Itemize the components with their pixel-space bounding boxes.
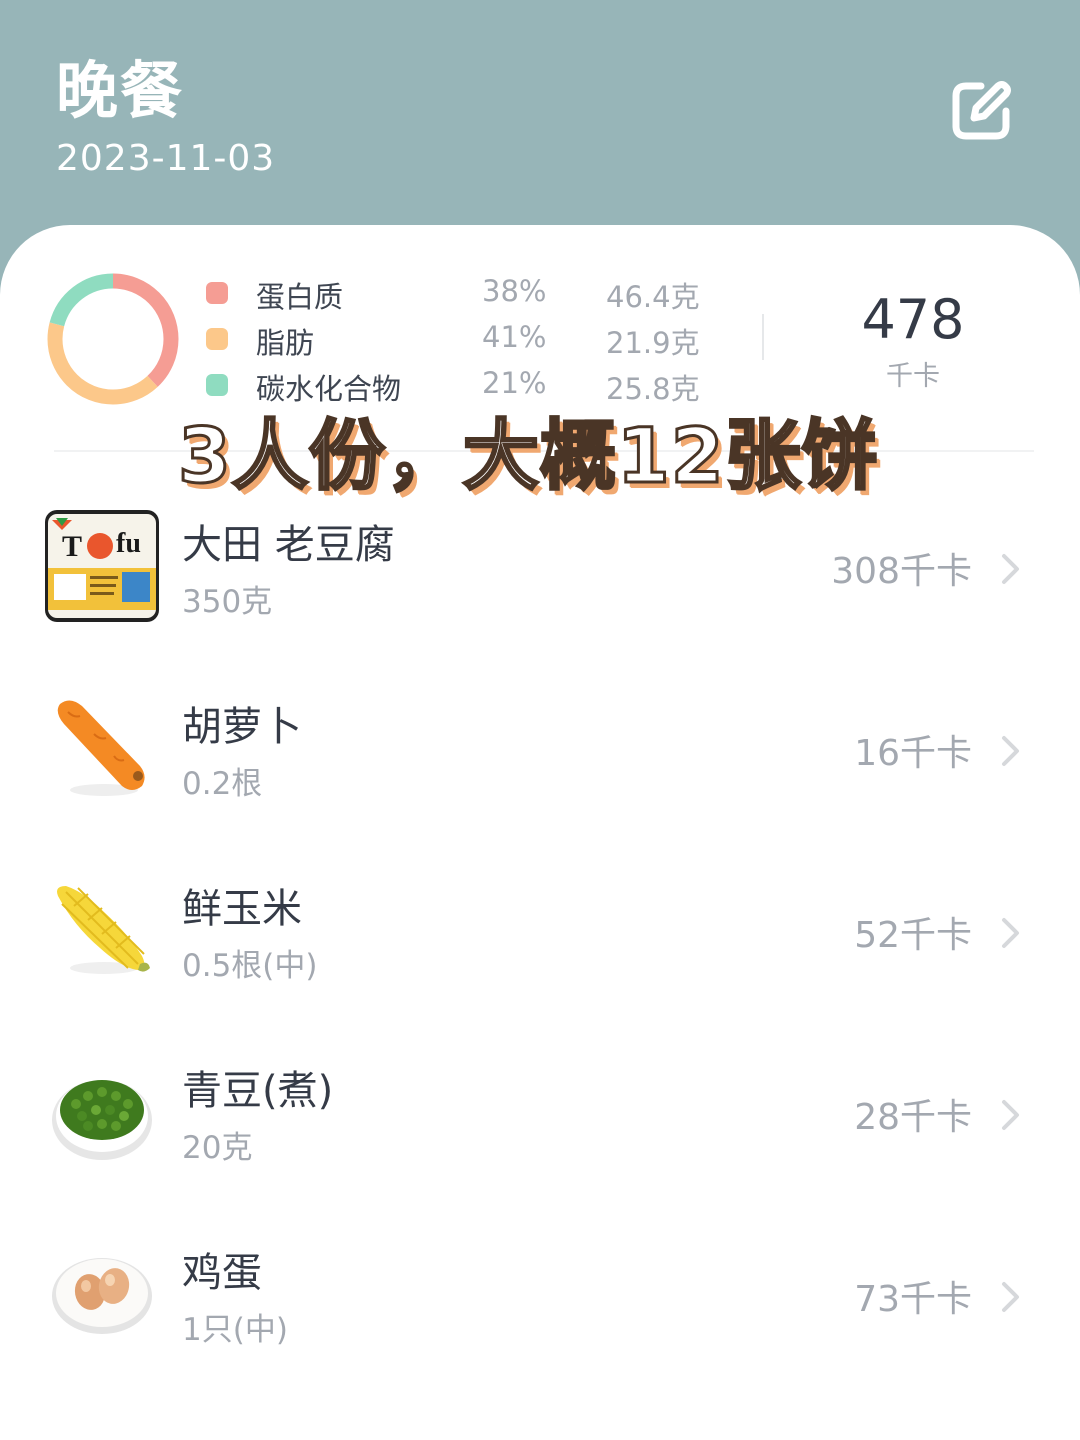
edit-icon[interactable]: [948, 78, 1014, 144]
chevron-right-icon: [1002, 554, 1019, 584]
food-item-eggs[interactable]: 鸡蛋 1只(中) 73千卡: [0, 1236, 1080, 1418]
food-amount: 350克: [182, 584, 273, 620]
tofu-package-icon: T fu: [45, 510, 159, 622]
corn-icon: [57, 886, 150, 974]
food-calories: 52千卡: [854, 915, 972, 956]
svg-text:fu: fu: [116, 528, 141, 559]
chevron-right-icon: [1002, 736, 1019, 766]
food-name: 青豆(煮): [182, 1068, 334, 1114]
food-item-tofu[interactable]: T fu 大田 老豆腐 350克 308千卡: [0, 508, 1080, 690]
total-calories-unit: 千卡: [886, 361, 940, 392]
food-amount: 20克: [182, 1130, 253, 1166]
food-name: 鸡蛋: [182, 1250, 262, 1296]
carrot-icon: [57, 700, 145, 796]
chevron-right-icon: [1002, 1282, 1019, 1312]
food-calories: 308千卡: [831, 551, 972, 592]
chevron-right-icon: [1002, 918, 1019, 948]
food-name: 大田 老豆腐: [182, 522, 395, 568]
food-name: 鲜玉米: [182, 886, 302, 932]
summary-divider: [762, 314, 764, 360]
macro-percent: 38%: [482, 274, 547, 308]
total-calories: 478: [861, 288, 965, 351]
macro-amount: 21.9克: [606, 326, 700, 360]
macro-name: 蛋白质: [256, 280, 344, 314]
food-amount: 1只(中): [182, 1312, 288, 1348]
fat-color-dot: [206, 328, 228, 350]
food-item-carrot[interactable]: 胡萝卜 0.2根 16千卡: [0, 690, 1080, 872]
macro-name: 脂肪: [256, 326, 315, 360]
protein-color-dot: [206, 282, 228, 304]
header: 晚餐 2023-11-03: [0, 0, 1080, 240]
chevron-right-icon: [1002, 1100, 1019, 1130]
svg-text:T: T: [62, 530, 82, 563]
meal-title: 晚餐: [56, 54, 185, 127]
macro-percent: 41%: [482, 320, 547, 354]
food-calories: 73千卡: [854, 1279, 972, 1320]
overlay-caption: 3人份，大概12张饼: [177, 410, 880, 502]
food-calories: 16千卡: [854, 733, 972, 774]
eggs-icon: [52, 1258, 152, 1334]
green-peas-icon: [52, 1080, 152, 1160]
food-item-corn[interactable]: 鲜玉米 0.5根(中) 52千卡: [0, 872, 1080, 1054]
macro-amount: 46.4克: [606, 280, 700, 314]
food-amount: 0.2根: [182, 766, 263, 802]
food-calories: 28千卡: [854, 1097, 972, 1138]
macro-donut-chart: [47, 273, 179, 405]
food-item-green-peas[interactable]: 青豆(煮) 20克 28千卡: [0, 1054, 1080, 1236]
carbs-color-dot: [206, 374, 228, 396]
food-name: 胡萝卜: [182, 704, 302, 750]
food-amount: 0.5根(中): [182, 948, 318, 984]
meal-date: 2023-11-03: [56, 138, 276, 179]
